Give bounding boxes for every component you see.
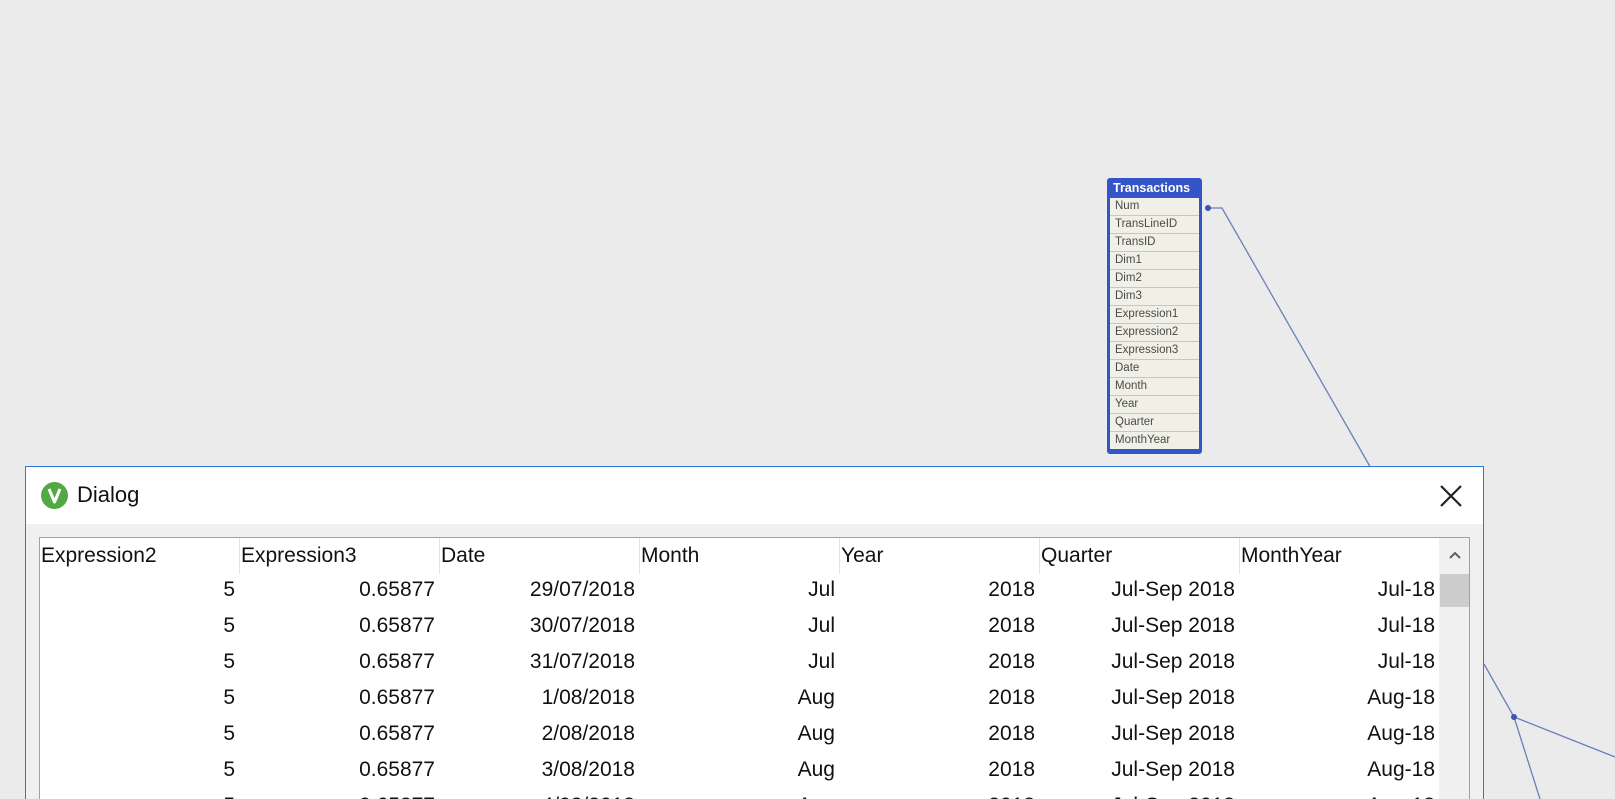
table-cell: Jul (808, 650, 835, 673)
table-row: 5 0.65877 2/08/2018 Aug 2018 Jul-Sep 2018 Aug-… (40, 718, 1440, 754)
table-cell: 0.65877 (359, 650, 435, 673)
table-cell: 0.65877 (359, 758, 435, 781)
table-cell: 5 (223, 686, 235, 709)
table-cell: Jul-18 (1377, 578, 1435, 601)
table-cell: 0.65877 (359, 722, 435, 745)
table-cell: Jul (808, 578, 835, 601)
table-title[interactable]: Transactions (1110, 180, 1199, 196)
table-cell: 0.65877 (359, 614, 435, 637)
table-field[interactable]: Year (1110, 396, 1199, 414)
link-anchor-dot (1205, 205, 1211, 211)
table-cell: Jul-Sep 2018 (1111, 650, 1235, 673)
table-row: 5 0.65877 29/07/2018 Jul 2018 Jul-Sep 2018 Jul… (40, 574, 1440, 610)
table-field-list: Num TransLineID TransID Dim1 Dim2 Dim3 Express… (1110, 198, 1199, 449)
close-icon (1440, 485, 1462, 507)
association-line (1208, 207, 1373, 471)
table-cell: Jul-Sep 2018 (1111, 758, 1235, 781)
table-cell: 2018 (840, 790, 1040, 799)
table-cell: Jul-Sep 2018 (1040, 790, 1240, 799)
table-field[interactable]: TransLineID (1110, 216, 1199, 234)
table-cell: 2018 (988, 686, 1035, 709)
table-cell: 3/08/2018 (541, 758, 635, 781)
table-cell: 4/08/2018 (440, 790, 640, 799)
table-cell: 31/07/2018 (529, 650, 635, 673)
table-field[interactable]: Num (1110, 198, 1199, 216)
table-field[interactable]: Dim1 (1110, 252, 1199, 270)
column-header[interactable]: Month (640, 538, 840, 574)
data-model-canvas: Transactions Num TransLineID TransID Dim1 Di… (0, 0, 1615, 799)
table-cell: 0.65877 (240, 790, 440, 799)
column-header[interactable]: Quarter (1040, 538, 1240, 574)
table-cell: Jul-18 (1377, 650, 1435, 673)
table-field[interactable]: Expression3 (1110, 342, 1199, 360)
table-cell: Aug-18 (1367, 686, 1435, 709)
table-cell: Jul-Sep 2018 (1111, 686, 1235, 709)
table-field[interactable]: Date (1110, 360, 1199, 378)
table-cell: Aug-18 (1240, 790, 1440, 799)
table-field[interactable]: Dim3 (1110, 288, 1199, 306)
table-field[interactable]: MonthYear (1110, 432, 1199, 449)
link-anchor-dot (1511, 714, 1517, 720)
table-cell: 5 (223, 650, 235, 673)
scroll-up-button[interactable] (1439, 538, 1469, 574)
table-cell: Jul-18 (1377, 614, 1435, 637)
table-cell: 2018 (988, 650, 1035, 673)
table-cell: 0.65877 (359, 578, 435, 601)
table-cell: 2018 (988, 578, 1035, 601)
table-row: 5 0.65877 1/08/2018 Aug 2018 Jul-Sep 2018 Aug-… (40, 682, 1440, 718)
table-cell: Aug-18 (1367, 722, 1435, 745)
vertical-scrollbar[interactable] (1439, 538, 1469, 799)
close-button[interactable] (1436, 481, 1466, 511)
table-row: 5 0.65877 30/07/2018 Jul 2018 Jul-Sep 2018 Jul… (40, 610, 1440, 646)
transactions-table-box[interactable]: Transactions Num TransLineID TransID Dim1 Di… (1107, 178, 1202, 454)
table-cell: 5 (223, 578, 235, 601)
table-field[interactable]: Quarter (1110, 414, 1199, 432)
table-row: 50.658774/08/2018Aug2018Jul-Sep 2018Aug-… (40, 790, 1440, 799)
table-cell: Aug (797, 686, 835, 709)
association-line (1513, 716, 1541, 799)
table-cell: Aug-18 (1367, 758, 1435, 781)
table-cell: 5 (223, 758, 235, 781)
column-header[interactable]: Expression2 (40, 538, 240, 574)
dialog-title: Dialog (77, 482, 140, 507)
table-cell: Aug (640, 790, 840, 799)
data-table: Expression2 Expression3 Date Month Year Quart… (39, 537, 1470, 799)
table-field[interactable]: Dim2 (1110, 270, 1199, 288)
table-cell: 2018 (988, 758, 1035, 781)
dialog-window: Dialog Expression2 Expression3 Date Month Ye… (25, 466, 1484, 799)
table-cell: 29/07/2018 (529, 578, 635, 601)
table-field[interactable]: Expression2 (1110, 324, 1199, 342)
table-row: 5 0.65877 31/07/2018 Jul 2018 Jul-Sep 2018 Jul… (40, 646, 1440, 682)
scrollbar-thumb[interactable] (1440, 574, 1469, 607)
table-cell: Jul-Sep 2018 (1111, 614, 1235, 637)
table-cell: 0.65877 (359, 686, 435, 709)
chevron-up-icon (1448, 551, 1461, 559)
table-cell: Aug (797, 722, 835, 745)
table-cell: 30/07/2018 (529, 614, 635, 637)
table-cell: Jul-Sep 2018 (1111, 722, 1235, 745)
table-cell: 5 (223, 722, 235, 745)
association-line (1483, 663, 1615, 758)
table-header: Expression2 Expression3 Date Month Year Quart… (40, 538, 1440, 574)
table-field[interactable]: TransID (1110, 234, 1199, 252)
table-cell: 2018 (988, 722, 1035, 745)
qlik-logo-icon (41, 482, 68, 509)
column-header[interactable]: MonthYear (1240, 538, 1440, 574)
table-row: 5 0.65877 3/08/2018 Aug 2018 Jul-Sep 2018 Aug-… (40, 754, 1440, 790)
dialog-titlebar[interactable]: Dialog (26, 467, 1483, 524)
table-field[interactable]: Expression1 (1110, 306, 1199, 324)
column-header[interactable]: Date (440, 538, 640, 574)
table-body: 5 0.65877 29/07/2018 Jul 2018 Jul-Sep 2018 Jul… (40, 574, 1440, 799)
table-cell: Jul-Sep 2018 (1111, 578, 1235, 601)
column-header[interactable]: Expression3 (240, 538, 440, 574)
table-cell: 5 (40, 790, 240, 799)
table-cell: 2018 (988, 614, 1035, 637)
table-cell: Jul (808, 614, 835, 637)
table-field[interactable]: Month (1110, 378, 1199, 396)
table-cell: Aug (797, 758, 835, 781)
column-header[interactable]: Year (840, 538, 1040, 574)
table-cell: 1/08/2018 (541, 686, 635, 709)
table-cell: 5 (223, 614, 235, 637)
table-cell: 2/08/2018 (541, 722, 635, 745)
